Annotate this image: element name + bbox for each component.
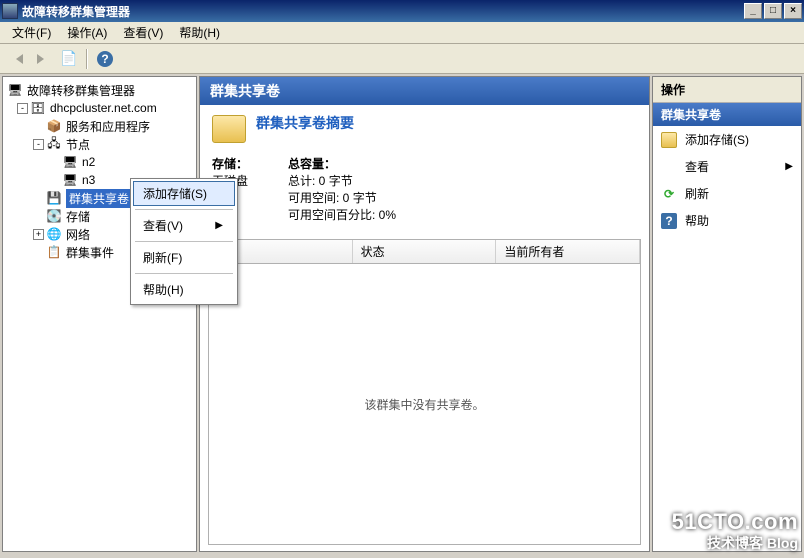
action-add-storage[interactable]: 添加存储(S) xyxy=(653,126,801,153)
actions-subheader: 群集共享卷 xyxy=(653,103,801,126)
tree-csv[interactable]: 群集共享卷 xyxy=(66,189,132,208)
menu-bar: 文件(F) 操作(A) 查看(V) 帮助(H) xyxy=(0,22,804,44)
ctx-help[interactable]: 帮助(H) xyxy=(133,277,235,302)
tree-events[interactable]: 群集事件 xyxy=(66,244,114,261)
content-title: 群集共享卷 xyxy=(200,77,649,105)
actions-pane: 操作 群集共享卷 添加存储(S) 查看 ▶ ⟳ 刷新 ? 帮助 xyxy=(652,76,802,552)
tree-n3[interactable]: n3 xyxy=(82,173,95,187)
tree-services[interactable]: 服务和应用程序 xyxy=(66,118,150,135)
tree-nodes[interactable]: 节点 xyxy=(66,136,90,153)
csv-icon: 💾 xyxy=(46,190,62,206)
watermark-small: 技术博客 Blog xyxy=(672,535,798,552)
grid-empty-message: 该群集中没有共享卷。 xyxy=(209,264,640,544)
maximize-button[interactable]: □ xyxy=(764,3,782,19)
content-pane: 群集共享卷 群集共享卷摘要 存储： 无磁盘 总容量： 总计: 0 字节 可用空间… xyxy=(199,76,650,552)
window-title: 故障转移群集管理器 xyxy=(22,3,742,20)
cluster-icon: 🗄 xyxy=(30,100,46,116)
toolbar-separator xyxy=(86,49,88,69)
action-view-label: 查看 xyxy=(685,158,709,175)
menu-file[interactable]: 文件(F) xyxy=(4,21,59,44)
tree-n2[interactable]: n2 xyxy=(82,155,95,169)
window-titlebar: 故障转移群集管理器 _ □ × xyxy=(0,0,804,22)
node-icon: 🖥 xyxy=(62,154,78,170)
action-refresh-label: 刷新 xyxy=(685,185,709,202)
nav-back-button xyxy=(6,48,28,70)
tree-storage[interactable]: 存储 xyxy=(66,208,90,225)
ctx-separator xyxy=(135,273,233,274)
total-text: 总计: 0 字节 xyxy=(288,172,396,189)
menu-help[interactable]: 帮助(H) xyxy=(171,21,228,44)
ctx-separator xyxy=(135,241,233,242)
nodes-icon: 🖧 xyxy=(46,136,62,152)
toolbar: ? xyxy=(0,44,804,74)
context-menu[interactable]: 添加存储(S) 查看(V)▶ 刷新(F) 帮助(H) xyxy=(130,178,238,305)
grid-header: 盘 状态 当前所有者 xyxy=(209,240,640,264)
submenu-arrow-icon: ▶ xyxy=(785,161,793,172)
nav-tree[interactable]: 🖥故障转移群集管理器 -🗄dhcpcluster.net.com 📦服务和应用程… xyxy=(2,76,197,552)
minimize-button[interactable]: _ xyxy=(744,3,762,19)
ctx-view[interactable]: 查看(V)▶ xyxy=(133,213,235,238)
ctx-separator xyxy=(135,209,233,210)
col-status[interactable]: 状态 xyxy=(353,240,497,263)
node-icon: 🖥 xyxy=(62,172,78,188)
events-icon: 📋 xyxy=(46,244,62,260)
watermark: 51CTO.com 技术博客 Blog xyxy=(672,509,798,552)
close-button[interactable]: × xyxy=(784,3,802,19)
expand-toggle[interactable]: + xyxy=(33,229,44,240)
services-icon: 📦 xyxy=(46,118,62,134)
capacity-label: 总容量： xyxy=(288,157,336,171)
menu-action[interactable]: 操作(A) xyxy=(59,21,115,44)
expand-toggle[interactable]: - xyxy=(33,139,44,150)
action-add-storage-label: 添加存储(S) xyxy=(685,131,749,148)
disk-summary-icon xyxy=(212,115,246,143)
action-help-label: 帮助 xyxy=(685,212,709,229)
pct-text: 可用空间百分比: 0% xyxy=(288,206,396,223)
refresh-icon: ⟳ xyxy=(661,186,677,202)
action-refresh[interactable]: ⟳ 刷新 xyxy=(653,180,801,207)
disk-list-panel: 盘 状态 当前所有者 该群集中没有共享卷。 xyxy=(208,239,641,545)
ctx-refresh[interactable]: 刷新(F) xyxy=(133,245,235,270)
ctx-add-storage[interactable]: 添加存储(S) xyxy=(133,181,235,206)
summary-title: 群集共享卷摘要 xyxy=(256,113,354,133)
help-icon: ? xyxy=(661,213,677,229)
watermark-big: 51CTO.com xyxy=(672,509,798,535)
actions-header: 操作 xyxy=(653,77,801,103)
action-view[interactable]: 查看 ▶ xyxy=(653,153,801,180)
expand-toggle[interactable]: - xyxy=(17,103,28,114)
tree-cluster[interactable]: dhcpcluster.net.com xyxy=(50,101,157,115)
tree-networks[interactable]: 网络 xyxy=(66,226,90,243)
action-help[interactable]: ? 帮助 xyxy=(653,207,801,234)
cluster-mgr-icon: 🖥 xyxy=(7,82,23,98)
menu-view[interactable]: 查看(V) xyxy=(115,21,171,44)
help-button[interactable]: ? xyxy=(94,48,116,70)
storage-icon: 💽 xyxy=(46,208,62,224)
networks-icon: 🌐 xyxy=(46,226,62,242)
disk-icon xyxy=(661,132,677,148)
tree-root[interactable]: 故障转移群集管理器 xyxy=(27,82,135,99)
col-owner[interactable]: 当前所有者 xyxy=(496,240,640,263)
free-text: 可用空间: 0 字节 xyxy=(288,189,396,206)
storage-label: 存储： xyxy=(212,157,248,171)
submenu-arrow-icon: ▶ xyxy=(215,220,223,231)
nav-up-button[interactable] xyxy=(58,48,80,70)
nav-forward-button xyxy=(32,48,54,70)
app-icon xyxy=(2,3,18,19)
blank-icon xyxy=(661,159,677,175)
